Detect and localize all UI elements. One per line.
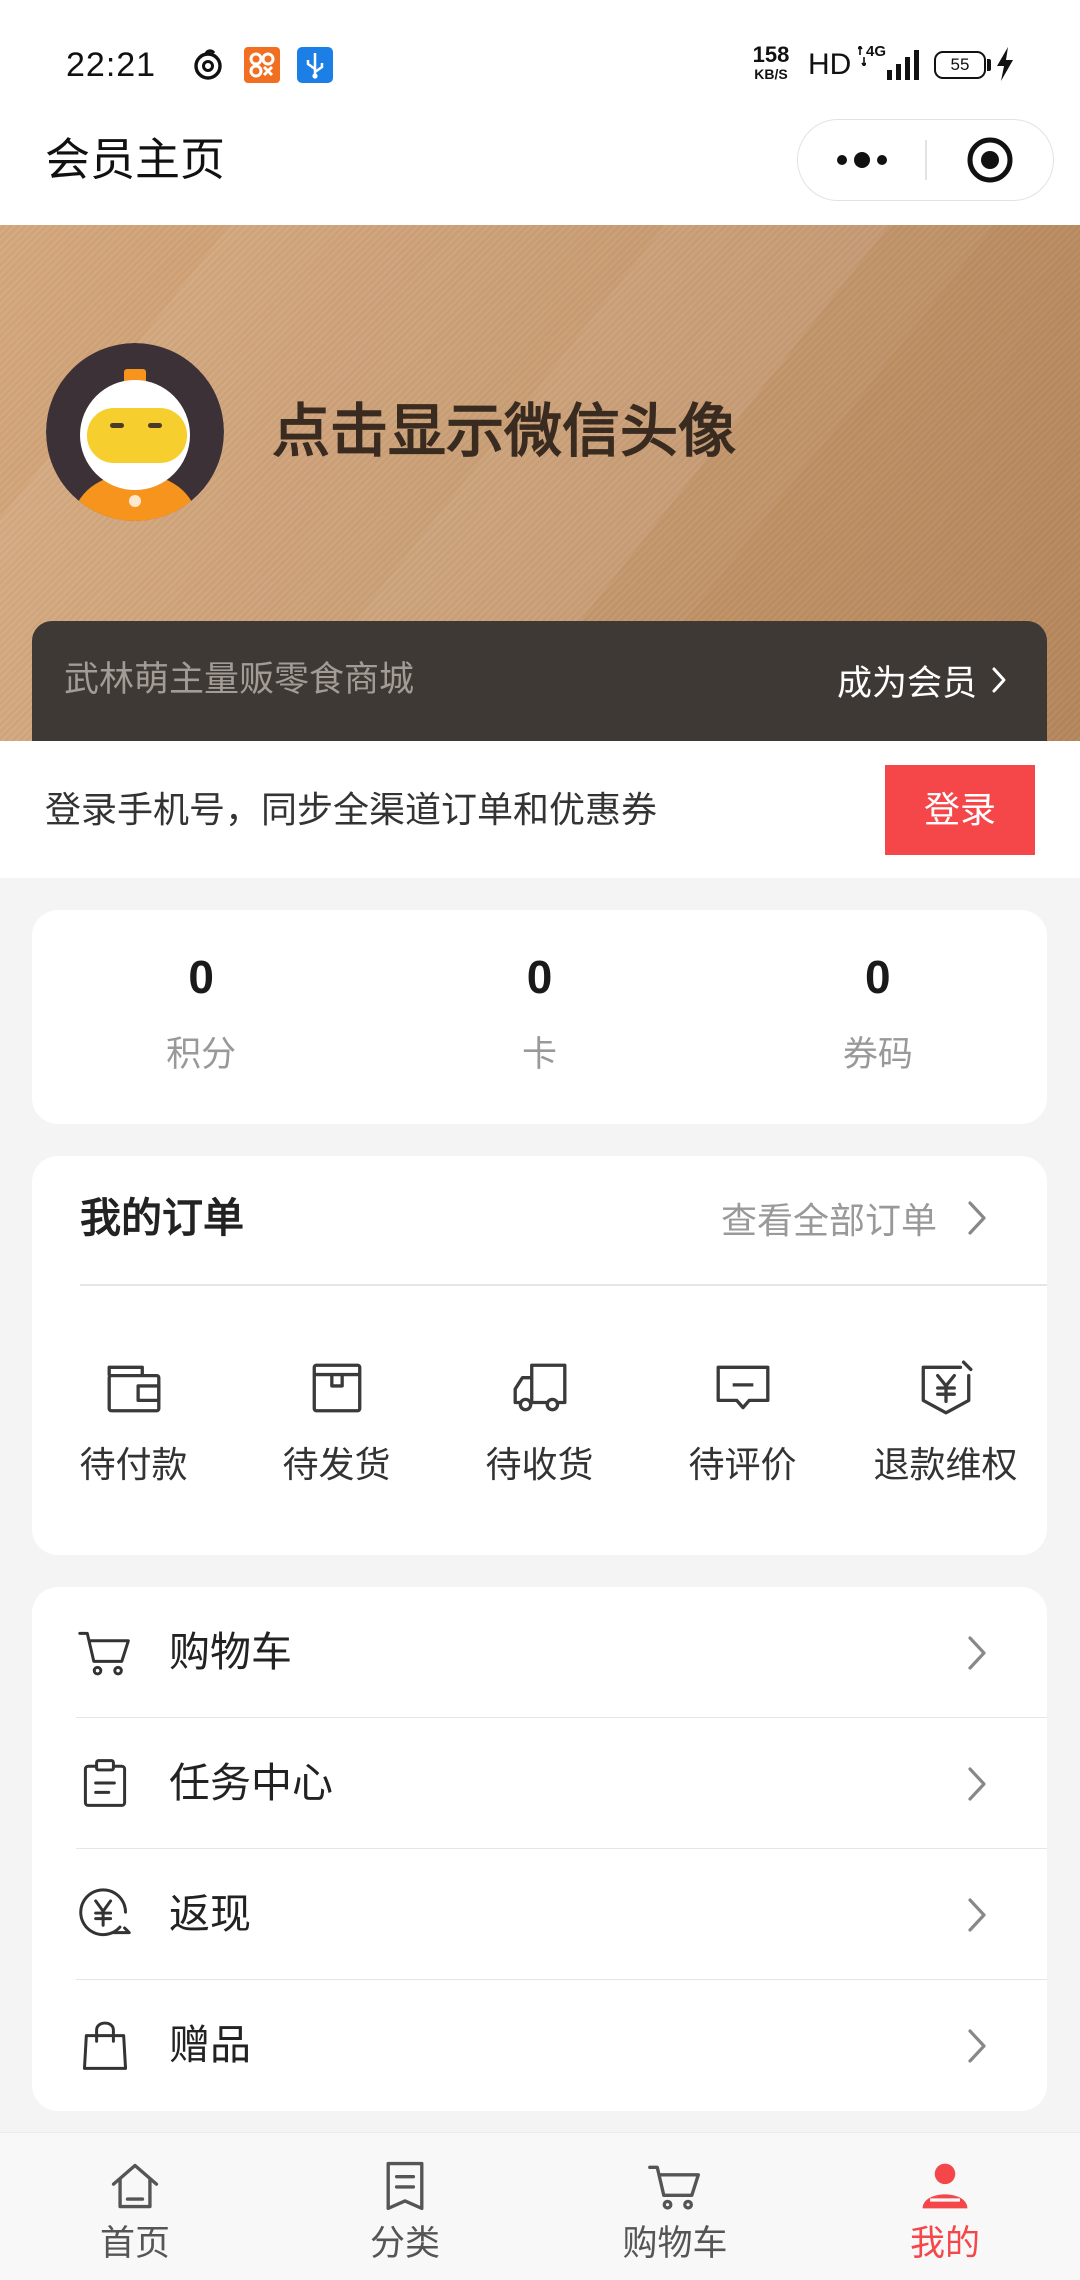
chevron-right-icon — [968, 1201, 986, 1235]
chevron-right-icon — [968, 1767, 986, 1801]
view-all-orders-link[interactable]: 查看全部订单 — [721, 1156, 987, 1280]
chevron-right-icon — [968, 1636, 986, 1670]
shop-name: 武林萌主量贩零食商城 — [64, 660, 415, 699]
data-arrows-icon — [858, 46, 866, 66]
orders-card: 我的订单 查看全部订单 待付款 待发货 待收货 待评价 退款维权 — [32, 1156, 1047, 1555]
netease-music-icon — [194, 49, 222, 80]
stat-label: 券码 — [842, 1035, 913, 1074]
close-button[interactable] — [926, 120, 1053, 199]
member-banner: 点击显示微信头像 武林萌主量贩零食商城 成为会员 — [0, 225, 1080, 741]
chevron-right-icon — [968, 1898, 986, 1932]
stats-card: 0 积分 0 卡 0 券码 — [32, 910, 1047, 1124]
hd-indicator: HD — [808, 48, 852, 81]
order-pending-payment[interactable]: 待付款 — [32, 1285, 235, 1555]
stat-points[interactable]: 0 积分 — [32, 910, 370, 1124]
wallet-icon — [107, 1365, 160, 1413]
cart-icon — [78, 1631, 130, 1676]
tab-mine[interactable]: 我的 — [810, 2133, 1080, 2280]
clipboard-icon — [83, 1759, 127, 1807]
close-target-icon — [967, 137, 1012, 182]
menu-item-task-center[interactable]: 任务中心 — [32, 1718, 1047, 1849]
more-button[interactable] — [798, 120, 925, 199]
login-hint: 登录手机号，同步全渠道订单和优惠券 — [45, 789, 658, 830]
login-row: 登录手机号，同步全渠道订单和优惠券 登录 — [0, 741, 1080, 878]
order-label: 待收货 — [485, 1444, 594, 1485]
bottom-tab-bar: 首页 分类 购物车 我的 — [0, 2132, 1080, 2280]
network-speed: 158 KB/S — [744, 42, 798, 83]
home-icon — [111, 2163, 159, 2209]
tab-home[interactable]: 首页 — [0, 2133, 270, 2280]
menu-item-cart[interactable]: 购物车 — [32, 1587, 1047, 1718]
menu-label: 赠品 — [169, 2022, 251, 2068]
app-notification-icon — [244, 47, 280, 83]
show-avatar-prompt[interactable]: 点击显示微信头像 — [272, 397, 736, 467]
order-pending-receipt[interactable]: 待收货 — [438, 1285, 641, 1555]
order-label: 退款维权 — [873, 1444, 1018, 1485]
order-refund[interactable]: 退款维权 — [844, 1285, 1047, 1555]
usb-icon — [297, 47, 333, 83]
login-button[interactable]: 登录 — [885, 765, 1035, 855]
become-member-button[interactable]: 成为会员 — [837, 621, 1007, 739]
truck-icon — [513, 1363, 566, 1412]
menu-label: 返现 — [169, 1891, 251, 1937]
network-type: 4G — [866, 43, 887, 60]
tab-category[interactable]: 分类 — [270, 2133, 540, 2280]
view-all-orders-label: 查看全部订单 — [720, 1200, 937, 1241]
box-icon — [312, 1363, 361, 1413]
chevron-right-icon — [968, 2029, 986, 2063]
menu-label: 任务中心 — [169, 1760, 333, 1806]
orders-title: 我的订单 — [80, 1195, 244, 1241]
order-status-row: 待付款 待发货 待收货 待评价 退款维权 — [32, 1285, 1047, 1555]
gift-bag-icon — [82, 2021, 128, 2070]
menu-label: 购物车 — [169, 1629, 292, 1675]
tab-label: 我的 — [909, 2224, 980, 2263]
menu-item-gifts[interactable]: 赠品 — [32, 1980, 1047, 2111]
order-pending-shipment[interactable]: 待发货 — [235, 1285, 438, 1555]
page-title: 会员主页 — [45, 134, 226, 185]
comment-icon — [716, 1365, 769, 1410]
battery-indicator: 55 — [934, 51, 986, 79]
stat-value: 0 — [188, 951, 214, 1003]
user-icon — [922, 2163, 968, 2209]
mini-program-capsule — [797, 119, 1054, 201]
menu-card: 购物车 任务中心 返现 赠品 — [32, 1587, 1047, 2111]
network-speed-unit: KB/S — [754, 66, 788, 82]
cashback-icon — [79, 1888, 131, 1937]
tab-cart[interactable]: 购物车 — [540, 2133, 810, 2280]
order-label: 待发货 — [282, 1444, 391, 1485]
more-icon — [836, 151, 887, 168]
avatar[interactable] — [46, 343, 224, 521]
tab-label: 购物车 — [622, 2224, 728, 2263]
refund-shield-icon — [921, 1360, 972, 1415]
order-pending-review[interactable]: 待评价 — [641, 1285, 844, 1555]
menu-item-cashback[interactable]: 返现 — [32, 1849, 1047, 1980]
stat-value: 0 — [865, 951, 891, 1003]
order-label: 待付款 — [79, 1444, 188, 1485]
network-speed-value: 158 — [752, 42, 790, 67]
charging-icon — [997, 47, 1013, 81]
signal-icon — [887, 50, 919, 80]
cart-icon — [648, 2165, 701, 2210]
stat-label: 积分 — [166, 1035, 237, 1074]
chevron-right-icon — [992, 667, 1006, 693]
stat-coupons[interactable]: 0 券码 — [709, 910, 1047, 1124]
stat-value: 0 — [526, 951, 553, 1003]
order-label: 待评价 — [688, 1444, 797, 1485]
battery-cap — [987, 59, 991, 71]
stat-cards[interactable]: 0 卡 — [370, 910, 708, 1124]
tab-label: 分类 — [369, 2224, 440, 2263]
category-icon — [386, 2161, 424, 2211]
status-time: 22:21 — [66, 46, 157, 84]
member-bar[interactable]: 武林萌主量贩零食商城 成为会员 — [32, 621, 1047, 741]
become-member-label: 成为会员 — [836, 663, 977, 703]
stat-label: 卡 — [521, 1035, 557, 1074]
tab-label: 首页 — [99, 2224, 170, 2263]
